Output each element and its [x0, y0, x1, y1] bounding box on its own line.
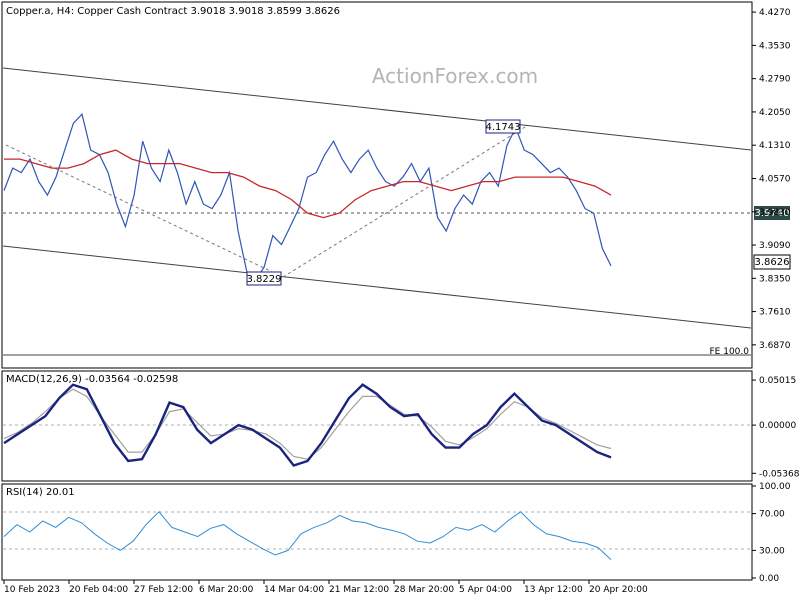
macd-y-tick-label: -0.05368 [759, 469, 800, 479]
low-label: 3.8229 [247, 274, 282, 285]
x-tick-label: 14 Mar 04:00 [264, 585, 324, 595]
rsi-y-tick-label: 70.00 [759, 510, 785, 520]
price-y-tick-label: 4.2790 [759, 75, 791, 85]
macd-y-tick-label: 0.00000 [759, 421, 796, 431]
rsi-panel-frame [1, 483, 753, 581]
x-tick-label: 20 Apr 20:00 [589, 585, 648, 595]
moving-average-series-line [4, 149, 612, 219]
price-y-axis-ticks: 4.4270 4.3530 4.2790 4.2050 4.1310 4.0570 3.98… [752, 8, 791, 351]
chart-svg: ActionForex.com Copper.a, H4: Copper Cas… [1, 1, 800, 595]
fe-label: FE 100.0 [710, 347, 750, 357]
price-y-tick-label: 3.6870 [759, 341, 791, 351]
chart-root: ActionForex.com Copper.a, H4: Copper Cas… [0, 0, 800, 600]
rsi-y-tick-label: 0.00 [759, 574, 779, 584]
price-y-tick-label: 4.1310 [759, 141, 791, 151]
price-y-tick-label: 3.9090 [759, 241, 791, 251]
macd-y-axis-ticks: 0.05015 0.00000 -0.05368 [752, 376, 800, 479]
x-tick-label: 13 Apr 12:00 [524, 585, 583, 595]
price-y-tick-label: 4.4270 [759, 8, 791, 18]
current-price-tag-text: 3.8626 [755, 257, 790, 268]
x-tick-label: 6 Mar 20:00 [199, 585, 254, 595]
rsi-panel-title: RSI(14) 20.01 [6, 487, 75, 498]
rsi-y-tick-label: 100.00 [759, 482, 791, 492]
price-panel-title: Copper.a, H4: Copper Cash Contract 3.901… [6, 6, 340, 17]
macd-panel-title: MACD(12,26,9) -0.03564 -0.02598 [6, 374, 178, 385]
projection-up-dashed [282, 126, 526, 278]
x-tick-label: 28 Mar 20:00 [394, 585, 454, 595]
price-y-tick-label: 3.8350 [759, 274, 791, 284]
high-label: 4.1743 [486, 122, 521, 133]
x-tick-label: 21 Mar 12:00 [329, 585, 389, 595]
price-y-tick-label: 3.9830 [759, 208, 791, 218]
x-tick-label: 5 Apr 04:00 [459, 585, 512, 595]
price-y-tick-label: 4.2050 [759, 108, 791, 118]
x-tick-label: 27 Feb 12:00 [134, 585, 193, 595]
x-axis-ticks: 10 Feb 2023 20 Feb 04:00 27 Feb 12:00 6 Mar… [3, 580, 648, 595]
price-y-tick-label: 3.7610 [759, 308, 791, 318]
rsi-y-tick-label: 30.00 [759, 546, 785, 556]
price-y-tick-label: 4.3530 [759, 41, 791, 51]
macd-y-tick-label: 0.05015 [759, 376, 796, 386]
x-tick-label: 10 Feb 2023 [4, 585, 60, 595]
x-tick-label: 20 Feb 04:00 [69, 585, 128, 595]
rsi-y-axis-ticks: 100.00 70.00 30.00 0.00 [752, 482, 791, 584]
price-panel-frame [1, 1, 753, 369]
rsi-series-line [3, 511, 612, 560]
macd-panel-frame [1, 370, 753, 482]
watermark: ActionForex.com [372, 64, 538, 88]
projection-down-dashed [5, 144, 284, 278]
price-y-tick-label: 4.0570 [759, 174, 791, 184]
channel-lower-line [2, 245, 752, 329]
